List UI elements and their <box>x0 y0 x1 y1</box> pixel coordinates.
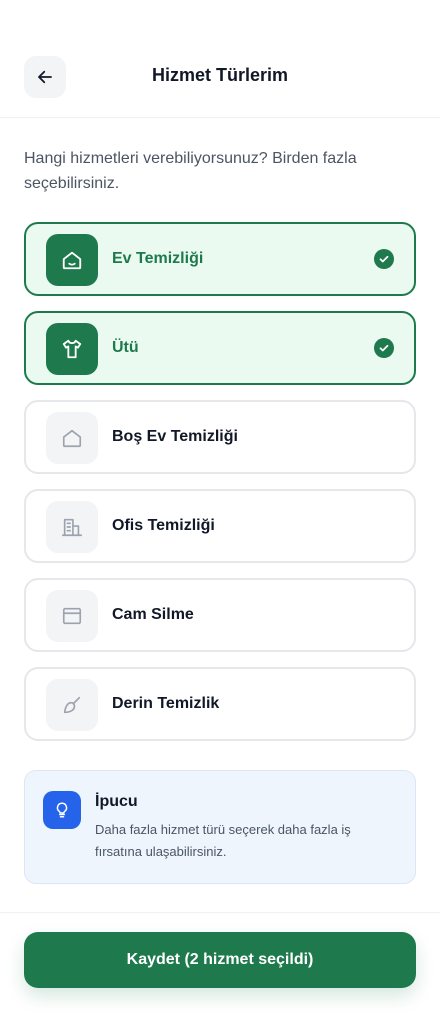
footer-divider <box>0 912 440 913</box>
service-card-ofis-temizligi[interactable]: Ofis Temizliği <box>24 489 416 563</box>
check-circle-icon <box>374 249 394 269</box>
tip-title: İpucu <box>95 793 138 810</box>
service-card-utu[interactable]: Ütü <box>24 311 416 385</box>
brush-icon <box>63 696 81 714</box>
home-icon-box <box>46 234 98 286</box>
lightbulb-icon <box>56 802 68 818</box>
service-list: Ev Temizliği Ütü Boş Ev Temizliği Ofis T… <box>24 222 416 756</box>
save-button[interactable]: Kaydet (2 hizmet seçildi) <box>24 932 416 988</box>
service-card-bos-ev-temizligi[interactable]: Boş Ev Temizliği <box>24 400 416 474</box>
home-icon <box>62 251 82 270</box>
page-title: Hizmet Türlerim <box>151 65 289 85</box>
tip-body: Daha fazla hizmet türü seçerek daha fazl… <box>95 822 351 859</box>
office-building-icon-box <box>46 501 98 553</box>
question-text: Hangi hizmetleri verebiliyorsunuz? Birde… <box>24 150 357 192</box>
empty-home-icon-box <box>46 412 98 464</box>
empty-home-icon <box>62 429 82 448</box>
service-card-ev-temizligi[interactable]: Ev Temizliği <box>24 222 416 296</box>
window-icon-box <box>46 590 98 642</box>
service-label: Ev Temizliği <box>112 250 204 267</box>
service-label: Boş Ev Temizliği <box>112 428 238 445</box>
office-building-icon <box>62 518 82 537</box>
service-card-derin-temizlik[interactable]: Derin Temizlik <box>24 667 416 741</box>
check-circle-icon <box>374 338 394 358</box>
service-label: Ütü <box>112 339 139 356</box>
brush-icon-box <box>46 679 98 731</box>
service-card-cam-silme[interactable]: Cam Silme <box>24 578 416 652</box>
service-label: Ofis Temizliği <box>112 517 215 534</box>
lightbulb-icon-box <box>43 791 81 829</box>
service-label: Cam Silme <box>112 606 194 623</box>
service-label: Derin Temizlik <box>112 695 220 712</box>
tip-box: İpucu Daha fazla hizmet türü seçerek dah… <box>24 770 416 884</box>
app-header: Hizmet Türlerim <box>0 0 440 118</box>
shirt-icon <box>62 339 82 359</box>
window-icon <box>62 607 82 625</box>
shirt-icon-box <box>46 323 98 375</box>
